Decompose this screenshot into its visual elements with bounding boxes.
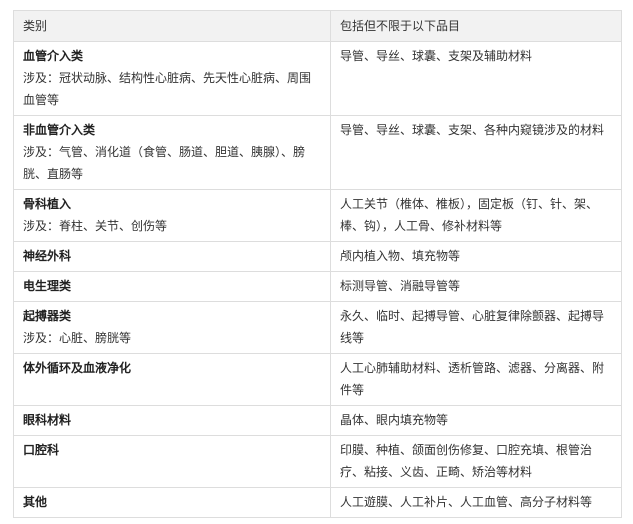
category-name: 其他 — [23, 495, 48, 509]
category-name: 眼科材料 — [23, 413, 72, 427]
table-row: 其他 人工遊膜、人工补片、人工血管、高分子材料等 — [13, 487, 622, 518]
category-cell: 其他 — [13, 487, 331, 518]
category-name: 起搏器类 — [23, 309, 72, 323]
table-row: 神经外科 颅内植入物、填充物等 — [13, 241, 622, 272]
category-cell: 非血管介入类 涉及：气管、消化道（食管、肠道、胆道、胰腺）、膀胱、直肠等 — [13, 115, 331, 190]
table-row: 口腔科 印膜、种植、颌面创伤修复、口腔充填、根管治疗、粘接、义齿、正畸、矫治等材… — [13, 435, 622, 488]
category-name: 电生理类 — [23, 279, 72, 293]
category-name: 体外循环及血液净化 — [23, 361, 132, 375]
table-row: 起搏器类 涉及：心脏、膀胱等 永久、临时、起搏导管、心脏复律除颤器、起搏导线等 — [13, 301, 622, 354]
items-cell: 颅内植入物、填充物等 — [330, 241, 622, 272]
table-header-row: 类别 包括但不限于以下品目 — [13, 10, 622, 42]
category-scope: 涉及：冠状动脉、结构性心脏病、先天性心脏病、周围血管等 — [23, 71, 312, 107]
table-row: 血管介入类 涉及：冠状动脉、结构性心脏病、先天性心脏病、周围血管等 导管、导丝、… — [13, 41, 622, 116]
category-cell: 电生理类 — [13, 271, 331, 302]
column-header-items: 包括但不限于以下品目 — [330, 10, 622, 42]
category-cell: 神经外科 — [13, 241, 331, 272]
catalog-table: 类别 包括但不限于以下品目 血管介入类 涉及：冠状动脉、结构性心脏病、先天性心脏… — [13, 10, 622, 518]
category-name: 血管介入类 — [23, 49, 84, 63]
items-cell: 标测导管、消融导管等 — [330, 271, 622, 302]
category-cell: 体外循环及血液净化 — [13, 353, 331, 406]
table-row: 体外循环及血液净化 人工心肺辅助材料、透析管路、滤器、分离器、附件等 — [13, 353, 622, 406]
category-cell: 骨科植入 涉及：脊柱、关节、创伤等 — [13, 189, 331, 242]
table-row: 电生理类 标测导管、消融导管等 — [13, 271, 622, 302]
category-cell: 眼科材料 — [13, 405, 331, 436]
category-scope: 涉及：脊柱、关节、创伤等 — [23, 219, 168, 233]
category-scope: 涉及：气管、消化道（食管、肠道、胆道、胰腺）、膀胱、直肠等 — [23, 145, 306, 181]
items-cell: 导管、导丝、球囊、支架及辅助材料 — [330, 41, 622, 116]
items-cell: 人工心肺辅助材料、透析管路、滤器、分离器、附件等 — [330, 353, 622, 406]
category-name: 神经外科 — [23, 249, 72, 263]
category-name: 骨科植入 — [23, 197, 72, 211]
category-cell: 起搏器类 涉及：心脏、膀胱等 — [13, 301, 331, 354]
items-cell: 晶体、眼内填充物等 — [330, 405, 622, 436]
table-row: 非血管介入类 涉及：气管、消化道（食管、肠道、胆道、胰腺）、膀胱、直肠等 导管、… — [13, 115, 622, 190]
items-cell: 人工遊膜、人工补片、人工血管、高分子材料等 — [330, 487, 622, 518]
column-header-category: 类别 — [13, 10, 331, 42]
category-name: 口腔科 — [23, 443, 60, 457]
items-cell: 永久、临时、起搏导管、心脏复律除颤器、起搏导线等 — [330, 301, 622, 354]
category-name: 非血管介入类 — [23, 123, 96, 137]
items-cell: 印膜、种植、颌面创伤修复、口腔充填、根管治疗、粘接、义齿、正畸、矫治等材料 — [330, 435, 622, 488]
items-cell: 导管、导丝、球囊、支架、各种内窥镜涉及的材料 — [330, 115, 622, 190]
table-row: 眼科材料 晶体、眼内填充物等 — [13, 405, 622, 436]
category-scope: 涉及：心脏、膀胱等 — [23, 331, 132, 345]
table-row: 骨科植入 涉及：脊柱、关节、创伤等 人工关节（椎体、椎板），固定板（钉、针、架、… — [13, 189, 622, 242]
items-cell: 人工关节（椎体、椎板），固定板（钉、针、架、棒、钩），人工骨、修补材料等 — [330, 189, 622, 242]
category-cell: 口腔科 — [13, 435, 331, 488]
category-cell: 血管介入类 涉及：冠状动脉、结构性心脏病、先天性心脏病、周围血管等 — [13, 41, 331, 116]
